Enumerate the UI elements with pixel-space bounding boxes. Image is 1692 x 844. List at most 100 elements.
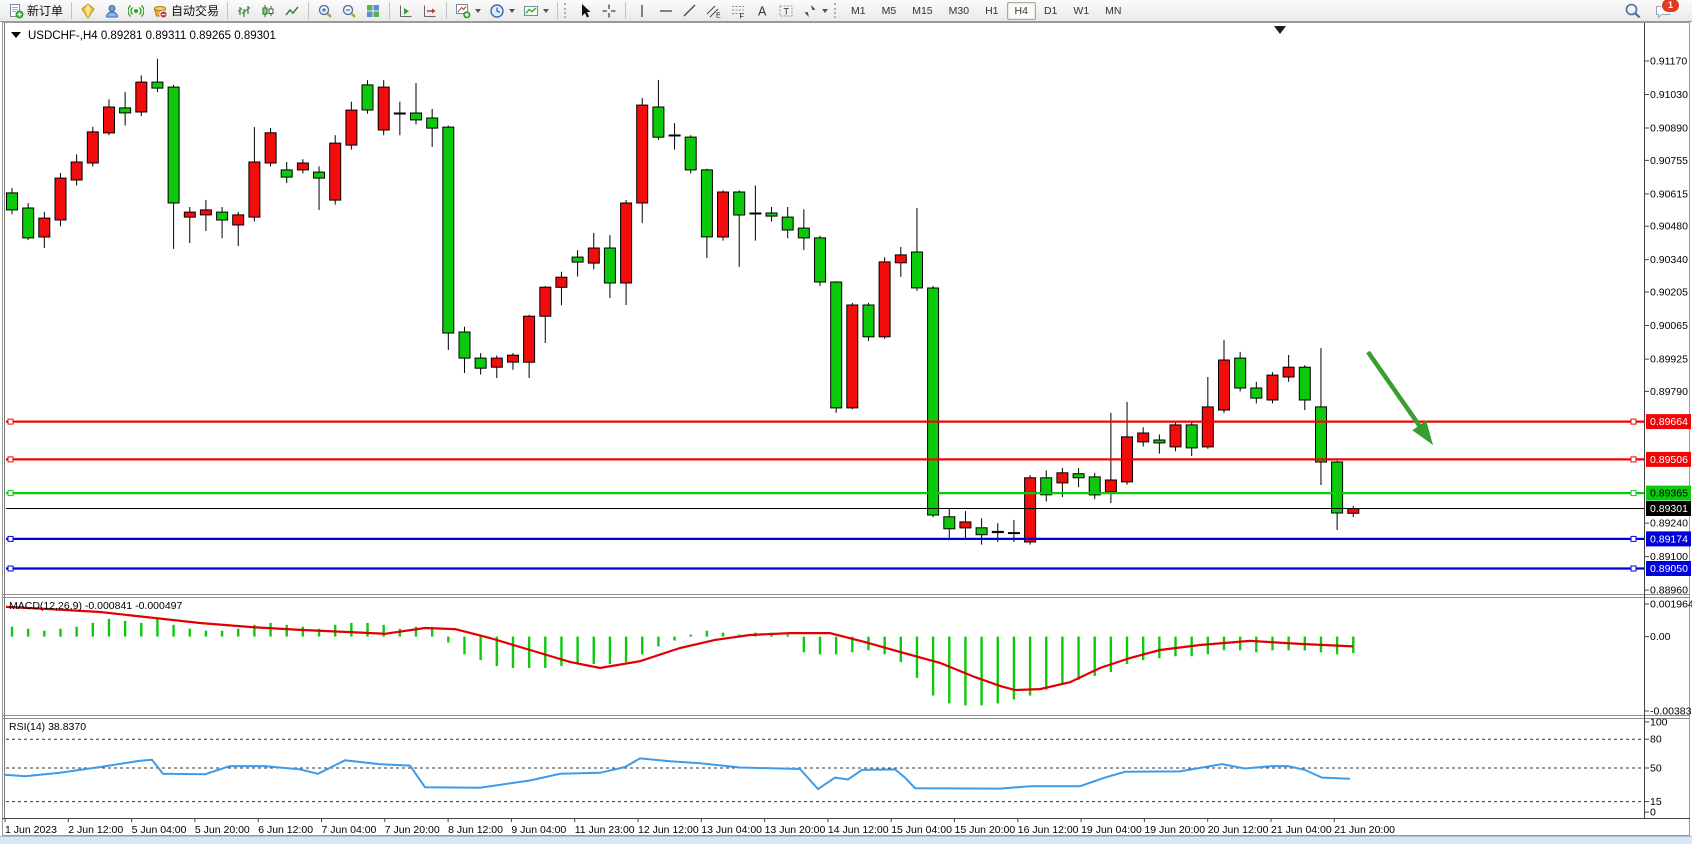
timeframe-h1-button[interactable]: H1	[977, 2, 1006, 20]
trendline-button[interactable]	[678, 1, 702, 21]
cursor-button[interactable]	[573, 1, 597, 21]
timeframe-m1-button[interactable]: M1	[843, 2, 874, 20]
candle	[1186, 425, 1197, 448]
chevron-down-icon[interactable]	[822, 9, 828, 13]
timeframe-w1-button[interactable]: W1	[1065, 2, 1097, 20]
svg-text:0.89664: 0.89664	[1650, 416, 1688, 428]
timeframe-m30-button[interactable]: M30	[941, 2, 977, 20]
bar-chart-button[interactable]	[232, 1, 256, 21]
candle	[1299, 367, 1310, 400]
tile-windows-button[interactable]	[361, 1, 385, 21]
equidistant-channel-button[interactable]: E	[702, 1, 726, 21]
price-tick-label: 0.89925	[1650, 354, 1688, 366]
line-handle[interactable]	[1631, 457, 1636, 462]
notification-badge: 1	[1661, 0, 1680, 13]
timeframe-h4-button[interactable]: H4	[1007, 2, 1036, 20]
chat-button[interactable]: 1	[1654, 2, 1672, 20]
chevron-down-icon[interactable]	[509, 9, 515, 13]
candle	[1219, 360, 1230, 410]
line-handle[interactable]	[8, 419, 13, 424]
metaeditor-button[interactable]	[76, 1, 100, 21]
search-icon[interactable]	[1624, 2, 1642, 20]
symbol-header[interactable]: USDCHF-,H4 0.89281 0.89311 0.89265 0.893…	[11, 30, 276, 42]
candle	[1332, 462, 1343, 513]
periods-button[interactable]	[485, 1, 519, 21]
autotrading-button[interactable]: 自动交易	[148, 0, 223, 21]
price-tick-label: 0.90205	[1650, 287, 1688, 299]
candle	[120, 108, 131, 113]
trendline-icon	[682, 3, 698, 19]
timeframe-mn-button[interactable]: MN	[1097, 2, 1129, 20]
new-chart-button[interactable]	[451, 1, 485, 21]
line-handle[interactable]	[8, 457, 13, 462]
line-handle[interactable]	[1631, 419, 1636, 424]
signals-button[interactable]	[124, 1, 148, 21]
metaeditor-icon	[80, 3, 96, 19]
line-handle[interactable]	[1631, 491, 1636, 496]
line-handle[interactable]	[1631, 566, 1636, 571]
line-handle[interactable]	[8, 566, 13, 571]
chevron-down-icon[interactable]	[543, 9, 549, 13]
toolbar-group: EFAT	[630, 0, 832, 22]
status-strip	[0, 837, 1692, 844]
toolbar-separator	[71, 2, 72, 19]
price-marker-0.89174: 0.89174	[1646, 531, 1691, 546]
chevron-down-icon[interactable]	[475, 9, 481, 13]
vertical-line-button[interactable]	[630, 1, 654, 21]
candle	[362, 85, 373, 110]
svg-text:A: A	[758, 4, 767, 18]
timeframe-d1-button[interactable]: D1	[1036, 2, 1065, 20]
svg-text:0.89301: 0.89301	[1650, 503, 1688, 515]
autotrading-icon	[152, 3, 168, 19]
price-marker-0.89301: 0.89301	[1646, 501, 1691, 516]
candle	[912, 252, 923, 288]
price-marker-0.89506: 0.89506	[1646, 452, 1691, 467]
candlestick-chart-button[interactable]	[256, 1, 280, 21]
profile-icon	[104, 3, 120, 19]
candle	[1105, 480, 1116, 492]
time-tick-label: 7 Jun 04:00	[322, 824, 377, 836]
candle	[1138, 433, 1149, 442]
candlestick-icon	[260, 3, 276, 19]
candle	[1008, 533, 1019, 534]
price-tick-label: 0.90615	[1650, 188, 1688, 200]
new-order-button[interactable]: 新订单	[4, 0, 67, 21]
line-handle[interactable]	[1631, 536, 1636, 541]
candle	[1154, 440, 1165, 443]
candle	[491, 358, 502, 367]
indicators-button[interactable]	[519, 1, 553, 21]
candle	[847, 305, 858, 408]
zoom-out-button[interactable]	[337, 1, 361, 21]
chart-shift-button[interactable]	[418, 1, 442, 21]
price-tick-label: 0.89790	[1650, 386, 1688, 398]
candle	[798, 228, 809, 238]
price-tick-label: 0.91030	[1650, 89, 1688, 101]
line-handle[interactable]	[8, 491, 13, 496]
community-button[interactable]	[100, 1, 124, 21]
candle	[314, 172, 325, 178]
price-marker-0.89050: 0.89050	[1646, 561, 1691, 576]
timeframe-m15-button[interactable]: M15	[904, 2, 940, 20]
text-button[interactable]: A	[750, 1, 774, 21]
chart-canvas[interactable]: MACD(12,26,9) -0.000841 -0.000497RSI(14)…	[0, 22, 1692, 844]
line-handle[interactable]	[8, 536, 13, 541]
time-tick-label: 5 Jun 04:00	[132, 824, 187, 836]
candle	[621, 203, 632, 283]
text-label-button[interactable]: T	[774, 1, 798, 21]
horizontal-line-button[interactable]	[654, 1, 678, 21]
auto-scroll-button[interactable]	[394, 1, 418, 21]
toolbar-drag-handle[interactable]	[564, 3, 569, 18]
new-order-label: 新订单	[27, 2, 63, 19]
arrow-objects-button[interactable]	[798, 1, 832, 21]
candle	[508, 355, 519, 362]
line-chart-button[interactable]	[280, 1, 304, 21]
fibonacci-button[interactable]: F	[726, 1, 750, 21]
toolbar: 新订单 自动交易 EFAT M1M5M15M30H1H4D1W1MN 1	[0, 0, 1692, 22]
zoom-in-button[interactable]	[313, 1, 337, 21]
candle	[459, 332, 470, 358]
crosshair-button[interactable]	[597, 1, 621, 21]
timeframe-m5-button[interactable]: M5	[874, 2, 905, 20]
candle	[200, 210, 211, 215]
toolbar-drag-handle[interactable]	[834, 3, 839, 18]
svg-text:0.89050: 0.89050	[1650, 563, 1688, 575]
